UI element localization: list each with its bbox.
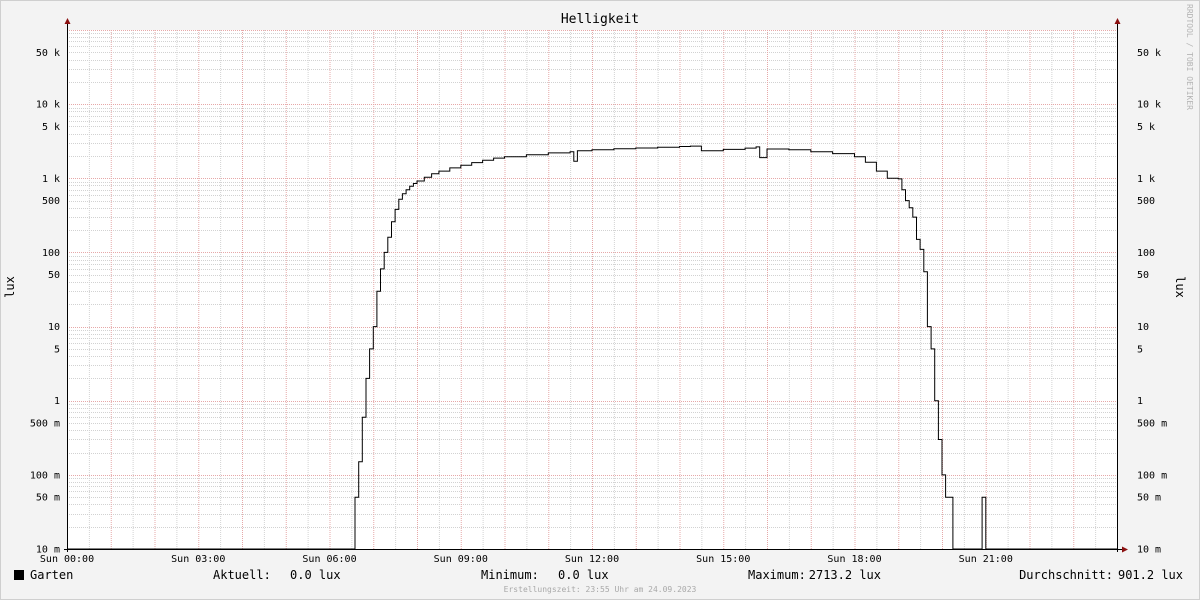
y-tick-label-left: 1 <box>54 396 60 407</box>
x-tick-label: Sun 12:00 <box>565 554 619 565</box>
x-tick-labels: Sun 00:00 Sun 03:00 Sun 06:00 Sun 09:00 Sun … <box>40 554 1013 565</box>
maximum-label: Maximum: <box>748 568 806 582</box>
x-tick-label: Sun 00:00 <box>40 554 94 565</box>
minimum-label: Minimum: <box>481 568 539 582</box>
y-tick-label-right: 500 <box>1137 196 1155 207</box>
y-tick-label-right: 50 m <box>1137 493 1161 504</box>
brightness-chart: 10 m 50 m 100 m 500 m 1 5 10 50 100 500 1 k 5 k 10 k… <box>3 4 1194 594</box>
average-label: Durchschnitt: <box>1019 568 1113 582</box>
y-tick-labels-right: 10 m 50 m 100 m 500 m 1 5 10 50 100 500 1 k 5 k 10 k… <box>1137 48 1167 556</box>
y-tick-label-right: 50 <box>1137 270 1149 281</box>
y-tick-label-left: 50 k <box>36 48 60 59</box>
chart-title: Helligkeit <box>561 12 639 27</box>
rrdtool-watermark: RRDTOOL / TOBI OETIKER <box>1185 4 1194 110</box>
legend-series-name: Garten <box>30 568 73 582</box>
y-tick-label-left: 5 <box>54 344 60 355</box>
x-tick-label: Sun 09:00 <box>434 554 488 565</box>
y-tick-label-left: 5 k <box>42 122 60 133</box>
y-tick-label-right: 50 k <box>1137 48 1161 59</box>
average-value: 901.2 lux <box>1118 568 1183 582</box>
y-tick-label-right: 5 <box>1137 344 1143 355</box>
x-tick-label: Sun 03:00 <box>171 554 225 565</box>
y-tick-label-right: 10 k <box>1137 100 1161 111</box>
x-axis-arrow <box>1122 546 1128 553</box>
current-label: Aktuell: <box>213 568 271 582</box>
x-tick-label: Sun 15:00 <box>696 554 750 565</box>
creation-time-footer: Erstellungszeit: 23:55 Uhr am 24.09.2023 <box>504 585 697 594</box>
y-tick-label-left: 100 m <box>30 470 60 481</box>
y-tick-label-right: 10 m <box>1137 545 1161 556</box>
y-tick-label-right: 10 <box>1137 322 1149 333</box>
maximum-value: 2713.2 lux <box>809 568 881 582</box>
y-tick-label-left: 1 k <box>42 174 60 185</box>
y-axis-label-right: lux <box>1173 276 1187 298</box>
y-tick-label-left: 10 <box>48 322 60 333</box>
y-tick-label-right: 100 <box>1137 248 1155 259</box>
y-tick-label-left: 10 k <box>36 100 60 111</box>
x-tick-label: Sun 18:00 <box>827 554 881 565</box>
y-axis-label-left: lux <box>3 276 17 298</box>
y-tick-label-left: 50 m <box>36 493 60 504</box>
y-tick-label-right: 100 m <box>1137 470 1167 481</box>
y-tick-label-left: 100 <box>42 248 60 259</box>
y-tick-label-right: 1 k <box>1137 174 1155 185</box>
y-tick-label-left: 500 m <box>30 419 60 430</box>
x-tick-label: Sun 21:00 <box>959 554 1013 565</box>
legend-swatch-garten <box>14 570 24 580</box>
x-tick-label: Sun 06:00 <box>302 554 356 565</box>
minimum-value: 0.0 lux <box>558 568 609 582</box>
y-tick-label-right: 500 m <box>1137 419 1167 430</box>
y-tick-label-left: 500 <box>42 196 60 207</box>
y-tick-labels-left: 10 m50 m100 m500 m1510501005001 k5 k10 k… <box>30 48 60 556</box>
y-tick-label-right: 5 k <box>1137 122 1155 133</box>
plot-canvas <box>67 30 1117 549</box>
y-tick-label-left: 50 <box>48 270 60 281</box>
y-axis-arrow-left <box>64 18 71 24</box>
y-axis-arrow-right <box>1114 18 1121 24</box>
current-value: 0.0 lux <box>290 568 341 582</box>
y-tick-label-right: 1 <box>1137 396 1143 407</box>
